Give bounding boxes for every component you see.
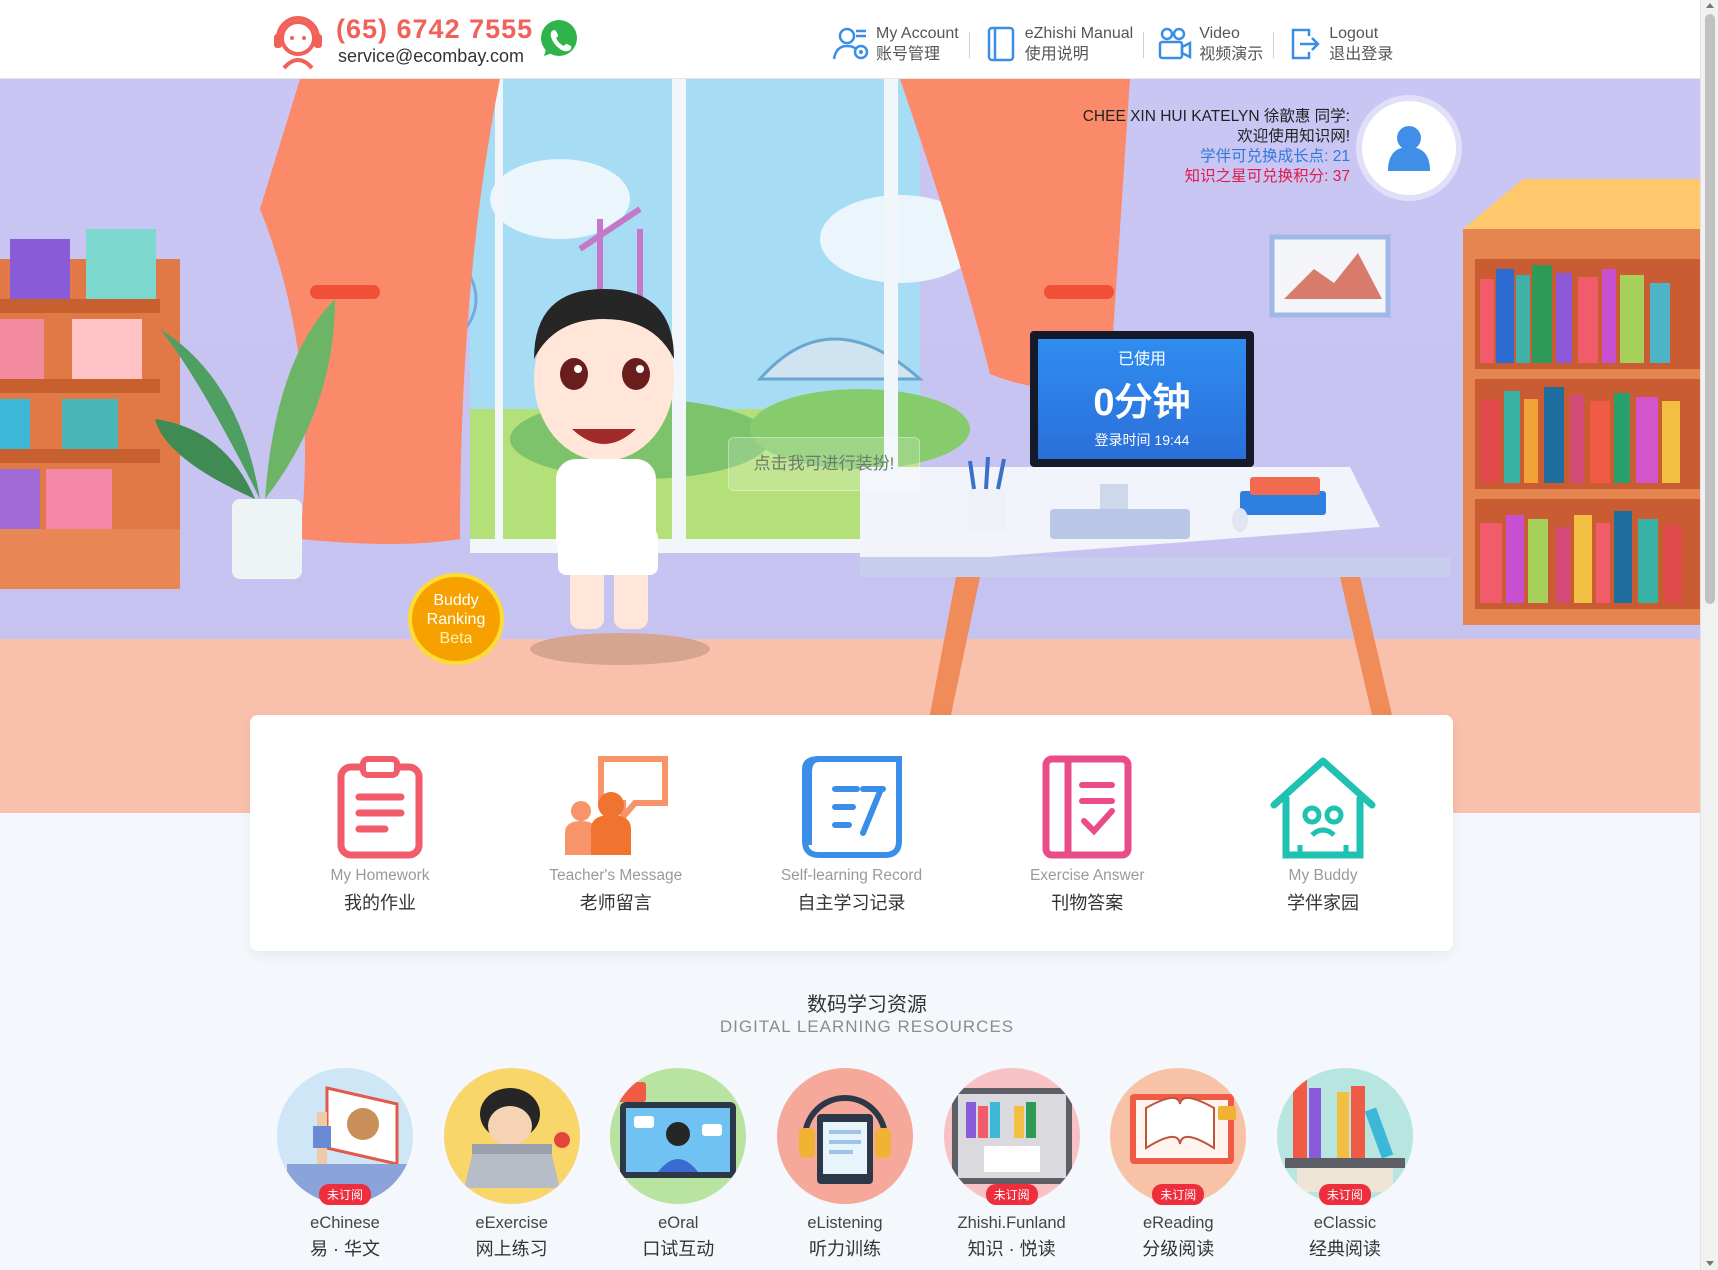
resource-eexercise[interactable]: eExercise 网上练习 <box>437 1068 587 1268</box>
feature-label-zh: 我的作业 <box>344 893 416 913</box>
feature-label-en: Teacher's Message <box>549 867 683 884</box>
resource-eoral[interactable]: eOral 口试互动 <box>603 1068 753 1268</box>
resource-label-en: eListening <box>807 1214 883 1232</box>
scrollbar-thumb[interactable] <box>1705 14 1715 604</box>
welcome-text: 欢迎使用知识网! <box>1237 128 1350 145</box>
buddy-ranking-line: Beta <box>439 630 473 647</box>
elistening-illustration <box>776 1068 913 1204</box>
nav-ezhishi-manual[interactable]: eZhishi Manual 使用说明 <box>968 20 1144 68</box>
usage-minutes: 0分钟 <box>1093 382 1191 424</box>
resources-list: 未订阅 eChinese 易 · 华文 eExercise 网上练习 eOral… <box>270 1068 1420 1268</box>
feature-label-en: My Homework <box>330 867 430 884</box>
feature-label-en: My Buddy <box>1288 867 1358 884</box>
growth-points: 学伴可兑换成长点: 21 <box>1200 148 1350 165</box>
learning-record-scroll-icon <box>801 756 902 858</box>
student-name: CHEE XIN HUI KATELYN 徐歆惠 同学: <box>1082 108 1350 125</box>
support-email[interactable]: service@ecombay.com <box>338 46 524 67</box>
account-settings-icon <box>832 27 869 60</box>
page-scrollbar[interactable] <box>1700 0 1718 1270</box>
nav-my-account[interactable]: My Account 账号管理 <box>820 20 969 68</box>
star-points: 知识之星可兑换积分: 37 <box>1184 168 1350 185</box>
resources-title: 数码学习资源 <box>807 994 927 1016</box>
resource-echinese[interactable]: 未订阅 eChinese 易 · 华文 <box>270 1068 420 1268</box>
nav-label-zh: 使用说明 <box>1024 45 1089 63</box>
eoral-illustration <box>610 1068 747 1204</box>
resource-zhishi-funland[interactable]: 未订阅 Zhishi.Funland 知识 · 悦读 <box>937 1068 1087 1268</box>
nav-video[interactable]: Video 视频演示 <box>1143 20 1273 68</box>
resource-label-en: eExercise <box>475 1214 548 1232</box>
user-avatar-icon <box>1388 126 1430 171</box>
user-greeting: CHEE XIN HUI KATELYN 徐歆惠 同学: 欢迎使用知识网! 学伴… <box>1083 107 1350 187</box>
feature-self-learning-record[interactable]: Self-learning Record 自主学习记录 <box>752 715 952 951</box>
feature-menu: My Homework 我的作业 Teacher's Message 老师留言 … <box>250 715 1453 951</box>
scroll-down-arrow-icon[interactable] <box>1706 1261 1714 1266</box>
unsubscribed-badge: 未订阅 <box>1318 1184 1371 1205</box>
nav-label-zh: 账号管理 <box>876 45 941 63</box>
unsubscribed-badge: 未订阅 <box>1152 1184 1205 1205</box>
resource-label-en: eOral <box>658 1214 699 1232</box>
resources-subtitle: DIGITAL LEARNING RESOURCES <box>719 1017 1015 1036</box>
feature-my-buddy[interactable]: My Buddy 学伴家园 <box>1223 715 1423 951</box>
support-phone: (65) 6742 7555 <box>336 14 534 44</box>
virtual-room-scene: CHEE XIN HUI KATELYN 徐歆惠 同学: 欢迎使用知识网! 学伴… <box>0 79 1700 813</box>
homework-clipboard-icon <box>337 756 423 859</box>
buddy-ranking-line: Ranking <box>426 611 486 628</box>
resource-label-zh: 易 · 华文 <box>310 1239 380 1259</box>
unsubscribed-badge: 未订阅 <box>985 1184 1038 1205</box>
resource-label-zh: 分级阅读 <box>1142 1239 1215 1259</box>
unsubscribed-badge: 未订阅 <box>318 1184 372 1205</box>
resource-label-en: eChinese <box>310 1214 380 1232</box>
buddy-ranking-line: Buddy <box>433 592 479 609</box>
top-navigation: My Account 账号管理 eZhishi Manual 使用说明 Vide… <box>820 20 1403 68</box>
usage-monitor: 已使用 0分钟 登录时间 19:44 <box>1030 331 1254 467</box>
exercise-answer-book-icon <box>1042 755 1132 859</box>
buddy-ranking-button[interactable]: Buddy Ranking Beta <box>408 573 504 665</box>
nav-label-en: eZhishi Manual <box>1024 24 1134 42</box>
manual-icon <box>987 26 1014 62</box>
resource-label-zh: 听力训练 <box>808 1239 881 1259</box>
monitor-screen: 已使用 0分钟 登录时间 19:44 <box>1038 339 1246 459</box>
feature-exercise-answer[interactable]: Exercise Answer 刊物答案 <box>987 715 1187 951</box>
whatsapp-icon[interactable] <box>538 18 580 60</box>
customer-service-headset-icon <box>274 16 322 70</box>
resource-elistening[interactable]: eListening 听力训练 <box>770 1068 920 1268</box>
top-header: (65) 6742 7555 service@ecombay.com My Ac… <box>0 0 1700 79</box>
nav-label-en: My Account <box>876 24 959 42</box>
feature-label-zh: 学伴家园 <box>1287 893 1359 913</box>
resource-label-en: eClassic <box>1313 1214 1377 1232</box>
feature-label-en: Exercise Answer <box>1029 867 1145 884</box>
resource-label-zh: 知识 · 悦读 <box>967 1239 1056 1259</box>
nav-label-zh: 视频演示 <box>1199 45 1264 63</box>
nav-logout[interactable]: Logout 退出登录 <box>1273 20 1403 68</box>
feature-label-zh: 自主学习记录 <box>797 893 906 913</box>
scroll-up-arrow-icon[interactable] <box>1706 3 1714 8</box>
resource-label-zh: 经典阅读 <box>1308 1239 1381 1259</box>
usage-label: 已使用 <box>1117 351 1166 368</box>
buddy-home-icon <box>1270 757 1376 859</box>
resource-label-en: eReading <box>1142 1214 1214 1232</box>
logout-icon <box>1291 28 1320 60</box>
resource-label-zh: 网上练习 <box>475 1239 548 1259</box>
feature-teachers-message[interactable]: Teacher's Message 老师留言 <box>516 715 716 951</box>
feature-my-homework[interactable]: My Homework 我的作业 <box>280 715 480 951</box>
resource-ereading[interactable]: 未订阅 eReading 分级阅读 <box>1103 1068 1253 1268</box>
resource-eclassic[interactable]: 未订阅 eClassic 经典阅读 <box>1270 1068 1420 1268</box>
nav-label-zh: 退出登录 <box>1329 45 1394 63</box>
eexercise-illustration <box>443 1068 580 1204</box>
login-time: 登录时间 19:44 <box>1094 432 1190 448</box>
support-contact: (65) 6742 7555 service@ecombay.com <box>270 10 590 72</box>
feature-label-zh: 刊物答案 <box>1051 893 1124 913</box>
dress-up-tooltip[interactable]: 点击我可进行装扮! <box>728 437 920 491</box>
video-icon <box>1158 27 1192 60</box>
teacher-message-icon <box>564 756 668 855</box>
resource-label-en: Zhishi.Funland <box>957 1214 1066 1232</box>
feature-label-en: Self-learning Record <box>780 867 923 884</box>
feature-label-zh: 老师留言 <box>579 893 652 913</box>
user-avatar[interactable] <box>1362 101 1456 195</box>
resource-label-zh: 口试互动 <box>642 1239 715 1259</box>
nav-label-en: Logout <box>1329 24 1379 42</box>
nav-label-en: Video <box>1199 24 1240 42</box>
